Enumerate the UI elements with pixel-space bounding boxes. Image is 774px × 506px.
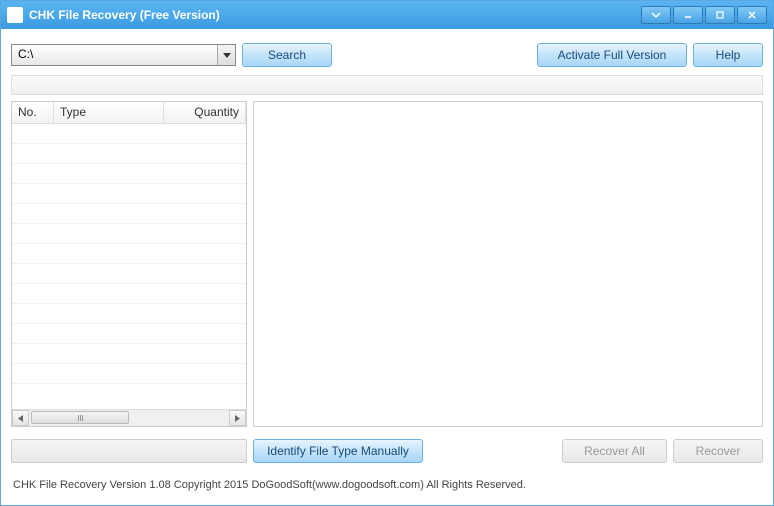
preview-panel <box>253 101 763 427</box>
bottom-bar: Identify File Type Manually Recover All … <box>1 433 773 469</box>
recover-button[interactable]: Recover <box>673 439 763 463</box>
titlebar: CHK File Recovery (Free Version) <box>1 1 773 29</box>
scrollbar-thumb[interactable] <box>31 411 129 424</box>
table-row <box>12 304 246 324</box>
progress-bar <box>11 439 247 463</box>
table-row <box>12 224 246 244</box>
app-icon <box>7 7 23 23</box>
scroll-left-icon[interactable] <box>12 410 29 426</box>
dropdown-button[interactable] <box>641 6 671 24</box>
window-controls <box>641 6 767 24</box>
maximize-button[interactable] <box>705 6 735 24</box>
scroll-right-icon[interactable] <box>229 410 246 426</box>
table-header: No. Type Quantity <box>12 102 246 124</box>
results-table-panel: No. Type Quantity <box>11 101 247 427</box>
identify-file-type-button[interactable]: Identify File Type Manually <box>253 439 423 463</box>
chevron-down-icon <box>217 45 235 65</box>
column-no[interactable]: No. <box>12 102 54 123</box>
table-row <box>12 344 246 364</box>
toolbar: C:\ Search Activate Full Version Help <box>1 29 773 75</box>
minimize-button[interactable] <box>673 6 703 24</box>
horizontal-scrollbar[interactable] <box>12 409 246 426</box>
table-body <box>12 124 246 409</box>
column-quantity[interactable]: Quantity <box>164 102 246 123</box>
help-button[interactable]: Help <box>693 43 763 67</box>
status-strip <box>11 75 763 95</box>
scrollbar-track[interactable] <box>29 410 229 426</box>
table-row <box>12 264 246 284</box>
table-row <box>12 324 246 344</box>
main-area: No. Type Quantity <box>1 101 773 433</box>
table-row <box>12 244 246 264</box>
column-type[interactable]: Type <box>54 102 164 123</box>
table-row <box>12 164 246 184</box>
drive-select[interactable]: C:\ <box>11 44 236 66</box>
search-button[interactable]: Search <box>242 43 332 67</box>
close-button[interactable] <box>737 6 767 24</box>
window-title: CHK File Recovery (Free Version) <box>29 8 641 22</box>
footer-text: CHK File Recovery Version 1.08 Copyright… <box>1 469 773 505</box>
table-row <box>12 184 246 204</box>
app-window: CHK File Recovery (Free Version) C:\ Sea… <box>0 0 774 506</box>
table-row <box>12 144 246 164</box>
recover-all-button[interactable]: Recover All <box>562 439 667 463</box>
drive-selected-value: C:\ <box>12 45 235 63</box>
activate-full-version-button[interactable]: Activate Full Version <box>537 43 687 67</box>
table-row <box>12 364 246 384</box>
table-row <box>12 204 246 224</box>
table-row <box>12 284 246 304</box>
table-row <box>12 124 246 144</box>
